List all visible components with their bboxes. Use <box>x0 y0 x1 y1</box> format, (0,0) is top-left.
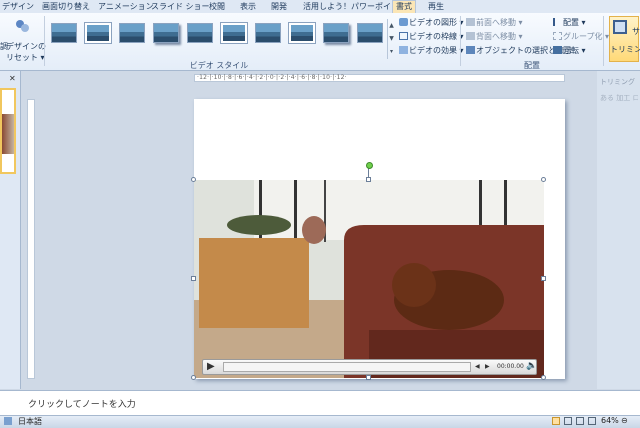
video-style-thumb[interactable] <box>323 23 349 43</box>
bring-forward-button[interactable]: 前面へ移動 ▾ <box>466 17 523 28</box>
video-effects-button[interactable]: ビデオの効果 ▾ <box>399 45 464 56</box>
tab-design[interactable]: デザイン <box>2 1 34 13</box>
video-style-thumb[interactable] <box>187 23 213 43</box>
video-style-thumb[interactable] <box>51 23 77 43</box>
ribbon-tab-bar: デザイン 画面切り替え アニメーション スライド ショー 校閲 表示 開発 活用… <box>0 0 640 14</box>
normal-view-icon[interactable] <box>552 417 560 425</box>
video-shape-button[interactable]: ビデオの図形 ▾ <box>399 17 464 28</box>
separator <box>44 16 45 66</box>
align-icon <box>553 18 562 26</box>
spell-check-icon[interactable] <box>4 417 12 425</box>
send-backward-button[interactable]: 背面へ移動 ▾ <box>466 31 523 42</box>
send-backward-icon <box>466 32 475 40</box>
zoom-out-icon[interactable]: ⊖ <box>621 416 628 425</box>
tab-format[interactable]: 書式 <box>392 0 416 14</box>
resize-handle[interactable] <box>541 276 546 281</box>
selection-pane-icon <box>466 46 475 54</box>
video-style-thumb[interactable] <box>221 23 247 43</box>
group-label-video-style: ビデオ スタイル <box>189 61 249 70</box>
video-border-icon <box>399 32 408 40</box>
slide-sorter-icon[interactable] <box>564 417 572 425</box>
status-bar: 日本語 64% ⊖ <box>0 415 640 428</box>
resize-handle[interactable] <box>191 276 196 281</box>
reset-design-button[interactable]: デザインの リセット ▾ <box>6 41 46 63</box>
tooltip-text: ある 加工 ロ <box>600 94 638 102</box>
separator <box>460 16 461 66</box>
language-indicator[interactable]: 日本語 <box>18 416 42 427</box>
align-button[interactable]: 配置 ▾ <box>553 17 586 28</box>
resize-handle[interactable] <box>191 375 196 380</box>
tab-transitions[interactable]: 画面切り替え <box>42 1 90 13</box>
play-icon[interactable]: ▶ <box>207 361 215 372</box>
rewind-icon[interactable]: ◀ <box>475 363 480 370</box>
reading-view-icon[interactable] <box>576 417 584 425</box>
video-border-button[interactable]: ビデオの枠線 ▾ <box>399 31 464 42</box>
tab-animations[interactable]: アニメーション <box>98 1 154 13</box>
resize-handle[interactable] <box>366 375 371 380</box>
time-display: 00:00.00 <box>497 363 524 370</box>
video-player-controls: ▶ ◀ ▶ 00:00.00 🔈 <box>202 359 537 375</box>
zoom-level[interactable]: 64% <box>601 416 619 425</box>
tab-developer[interactable]: 開発 <box>271 1 287 13</box>
seek-bar[interactable] <box>223 362 471 372</box>
trim-label: トリミング <box>610 45 640 54</box>
bring-forward-icon <box>466 18 475 26</box>
trim-button[interactable]: トリミング <box>609 16 640 62</box>
notes-pane[interactable]: クリックしてノートを入力 <box>0 390 640 416</box>
close-pane-icon[interactable]: ✕ <box>9 74 16 83</box>
notes-placeholder: クリックしてノートを入力 <box>28 400 136 410</box>
ribbon: 調 デザインの リセット ▾ ▲ ▼ ▾ ビデオ スタイル ビデオの図形 ▾ ビデオの… <box>0 13 640 71</box>
rotation-handle[interactable] <box>366 162 373 169</box>
vertical-ruler <box>27 99 35 379</box>
reset-design-icon[interactable] <box>14 18 30 34</box>
tooltip-title: トリミング <box>600 78 635 86</box>
resize-handle[interactable] <box>541 375 546 380</box>
video-frame[interactable] <box>194 180 544 378</box>
video-style-thumb[interactable] <box>119 23 145 43</box>
rotate-icon <box>553 46 562 54</box>
video-style-thumb[interactable] <box>255 23 281 43</box>
video-shape-icon <box>399 18 408 26</box>
video-style-thumb[interactable] <box>289 23 315 43</box>
tab-playback[interactable]: 再生 <box>428 1 444 13</box>
forward-icon[interactable]: ▶ <box>485 363 490 370</box>
resize-handle[interactable] <box>366 177 371 182</box>
horizontal-ruler: ·12·|·10·|·8·|·6·|·4·|·2·|·0·|·2·|·4·|·6… <box>194 74 565 82</box>
group-button[interactable]: グループ化 ▾ <box>553 31 609 42</box>
size-fragment: サ <box>632 27 640 36</box>
trim-tooltip-pane: トリミング ある 加工 ロ <box>597 71 640 389</box>
ruler-ticks: ·12·|·10·|·8·|·6·|·4·|·2·|·0·|·2·|·4·|·6… <box>197 74 347 81</box>
gallery-scroll[interactable]: ▲ ▼ ▾ <box>387 19 395 59</box>
separator <box>603 16 604 66</box>
tab-view[interactable]: 表示 <box>240 1 256 13</box>
tab-slideshow[interactable]: スライド ショー <box>151 1 210 13</box>
volume-icon[interactable]: 🔈 <box>526 361 537 371</box>
video-still-image <box>194 180 544 378</box>
group-icon <box>553 32 562 40</box>
video-effects-icon <box>399 46 408 54</box>
slideshow-view-icon[interactable] <box>588 417 596 425</box>
video-style-thumb[interactable] <box>357 23 383 43</box>
slide-thumbnail[interactable] <box>0 88 16 174</box>
resize-handle[interactable] <box>541 177 546 182</box>
group-label-arrange: 配置 <box>524 61 540 70</box>
tab-review[interactable]: 校閲 <box>209 1 225 13</box>
trim-icon <box>613 20 627 34</box>
video-style-thumb[interactable] <box>85 23 111 43</box>
video-style-thumb[interactable] <box>153 23 179 43</box>
resize-handle[interactable] <box>191 177 196 182</box>
rotate-button[interactable]: 回転 ▾ <box>553 45 586 56</box>
